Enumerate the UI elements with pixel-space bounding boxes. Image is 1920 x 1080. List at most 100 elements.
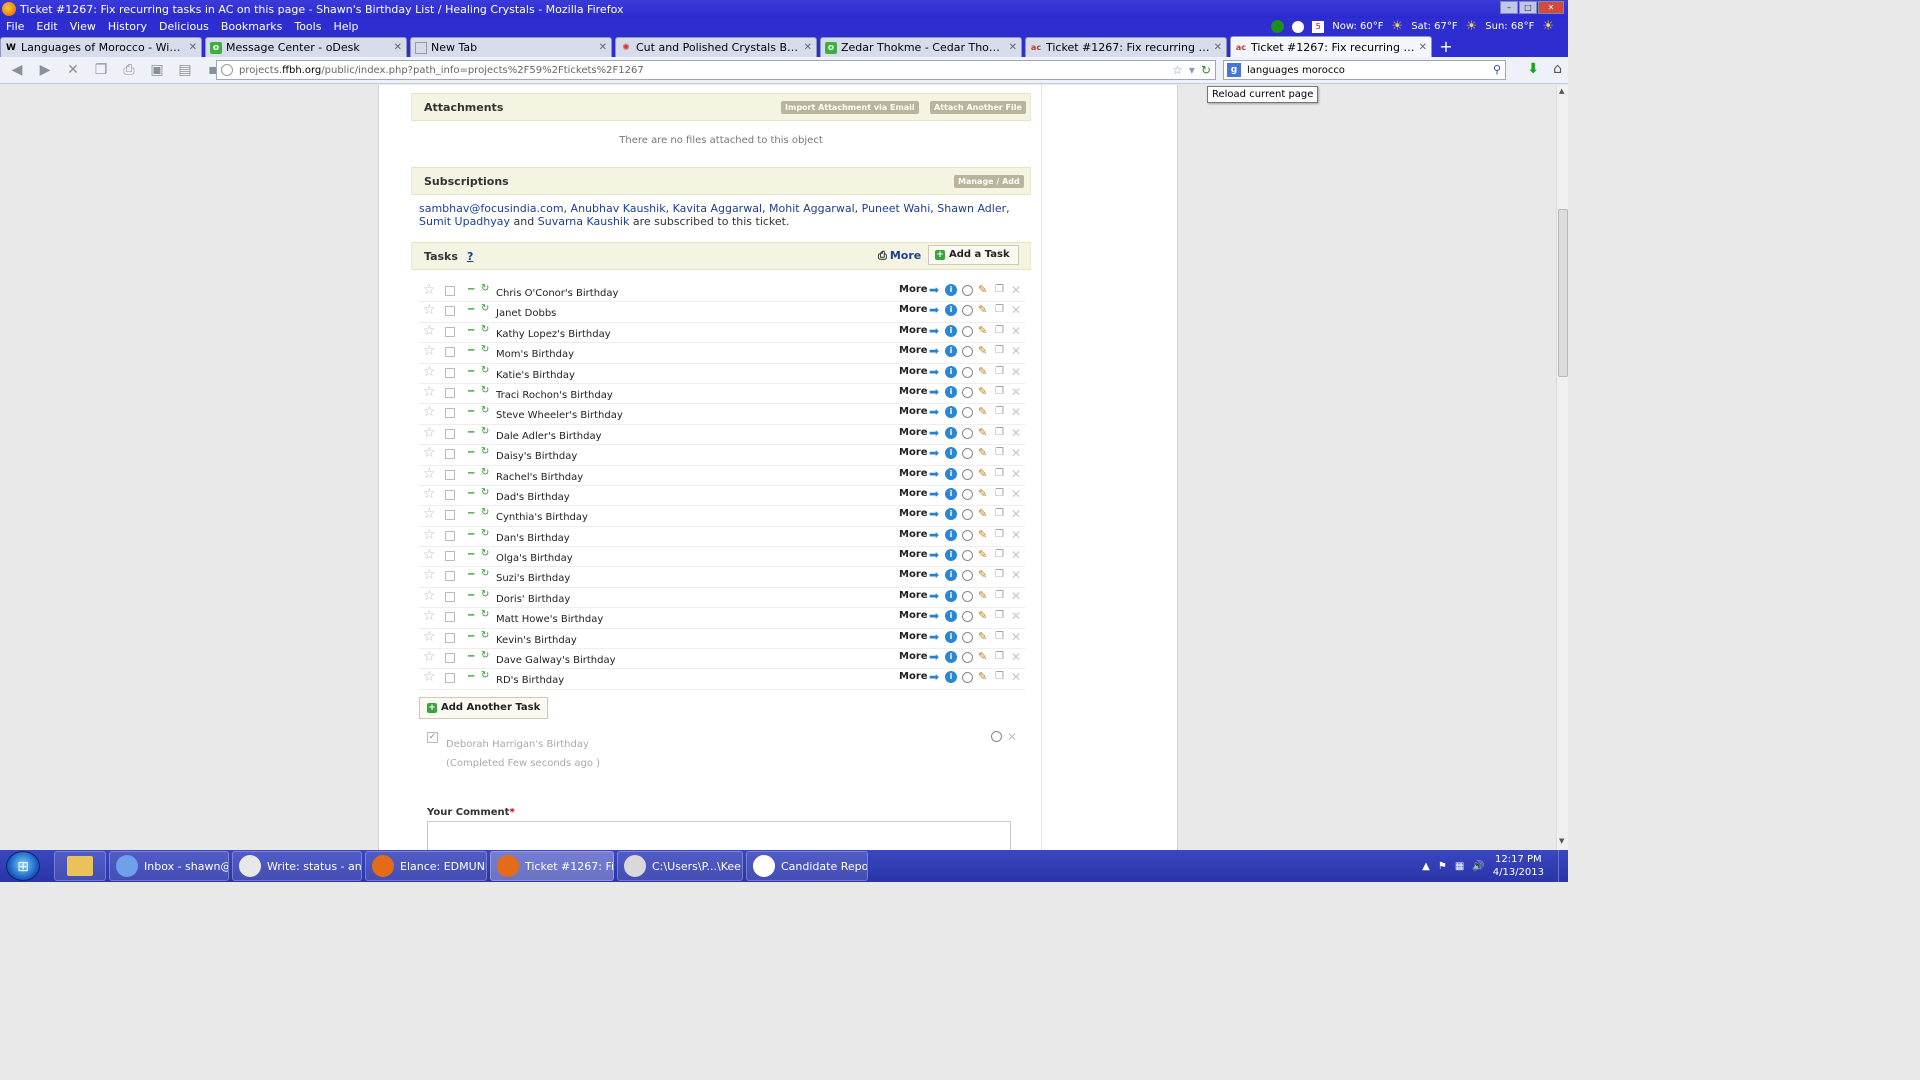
bookmark-star-icon[interactable]: ☆: [1172, 63, 1183, 77]
clock-icon[interactable]: [962, 590, 973, 602]
screenshot-icon[interactable]: ▣: [146, 60, 168, 80]
delete-icon[interactable]: ✕: [1011, 365, 1021, 379]
edit-icon[interactable]: ✎: [978, 283, 987, 296]
copy-icon[interactable]: ❐: [995, 529, 1004, 540]
edit-icon[interactable]: ✎: [978, 426, 987, 439]
task-name[interactable]: Dan's Birthday: [496, 533, 570, 544]
taskbar-item[interactable]: Candidate Report ...: [746, 851, 868, 881]
close-tab-icon[interactable]: ✕: [394, 42, 402, 53]
copy-icon[interactable]: ❐: [995, 549, 1004, 560]
go-arrow-icon[interactable]: ➡: [929, 447, 939, 459]
menu-tools[interactable]: Tools: [288, 20, 327, 33]
task-name[interactable]: Olga's Birthday: [496, 553, 573, 564]
add-another-task-button[interactable]: + Add Another Task: [419, 697, 549, 719]
subscriber-link[interactable]: Anubhav Kaushik: [571, 202, 666, 215]
menu-bookmarks[interactable]: Bookmarks: [215, 20, 288, 33]
task-checkbox[interactable]: [445, 612, 455, 623]
task-name[interactable]: Rachel's Birthday: [496, 472, 583, 483]
copy-icon[interactable]: ❐: [90, 60, 112, 80]
close-window-button[interactable]: ✕: [1538, 1, 1564, 14]
clock-icon[interactable]: [962, 550, 973, 562]
star-icon[interactable]: ☆: [423, 405, 436, 419]
task-name[interactable]: RD's Birthday: [496, 675, 564, 686]
info-icon[interactable]: i: [945, 549, 957, 562]
task-checkbox[interactable]: [445, 387, 455, 398]
task-name[interactable]: Kevin's Birthday: [496, 635, 577, 646]
copy-icon[interactable]: ❐: [995, 406, 1004, 417]
task-checkbox[interactable]: [445, 286, 455, 296]
delete-icon[interactable]: ✕: [1011, 405, 1021, 419]
tab-ticket-1267-active[interactable]: ac Ticket #1267: Fix recurring tasks in …: [1230, 36, 1432, 57]
scrollbar-thumb[interactable]: [1558, 209, 1568, 377]
close-tab-icon[interactable]: ✕: [1419, 42, 1427, 53]
close-tab-icon[interactable]: ✕: [599, 42, 607, 53]
task-checkbox[interactable]: [445, 408, 455, 419]
clock-icon[interactable]: [962, 285, 973, 296]
info-icon[interactable]: i: [945, 447, 957, 460]
task-more-button[interactable]: More: [899, 284, 928, 295]
calendar-icon[interactable]: 5: [1312, 20, 1325, 33]
star-icon[interactable]: ☆: [423, 609, 436, 623]
go-arrow-icon[interactable]: ➡: [929, 590, 939, 602]
clock-icon[interactable]: [962, 509, 973, 521]
task-name[interactable]: Chris O'Conor's Birthday: [496, 288, 618, 299]
edit-icon[interactable]: ✎: [978, 670, 987, 683]
subscriber-link[interactable]: Sumit Upadhyay: [419, 215, 510, 228]
tab-ticket-1267[interactable]: ac Ticket #1267: Fix recurring tasks in …: [1025, 37, 1227, 57]
clock-icon[interactable]: [962, 468, 973, 480]
info-icon[interactable]: i: [945, 487, 957, 500]
copy-icon[interactable]: ❐: [995, 345, 1004, 356]
task-name[interactable]: Kathy Lopez's Birthday: [496, 329, 611, 340]
explorer-button[interactable]: [54, 851, 106, 881]
taskbar-item[interactable]: Ticket #1267: Fix r...: [490, 851, 614, 881]
comment-textarea[interactable]: [427, 821, 1011, 850]
go-arrow-icon[interactable]: ➡: [929, 366, 939, 378]
go-arrow-icon[interactable]: ➡: [929, 488, 939, 500]
info-icon[interactable]: i: [945, 651, 957, 664]
site-identity-icon[interactable]: [221, 64, 233, 76]
volume-icon[interactable]: 🔊: [1472, 861, 1484, 872]
clock-icon[interactable]: [962, 346, 973, 358]
go-arrow-icon[interactable]: ➡: [929, 284, 939, 296]
task-more-button[interactable]: More: [899, 427, 928, 438]
clock-icon[interactable]: [962, 529, 973, 541]
clock-icon[interactable]: [962, 652, 973, 664]
task-checkbox[interactable]: [445, 673, 455, 684]
flag-icon[interactable]: ⚑: [1438, 861, 1447, 872]
delete-icon[interactable]: ✕: [1011, 568, 1021, 582]
copy-icon[interactable]: ❐: [995, 366, 1004, 377]
task-more-button[interactable]: More: [899, 488, 928, 499]
clock-icon[interactable]: [962, 427, 973, 439]
clock-icon[interactable]: [962, 611, 973, 623]
copy-icon[interactable]: ❐: [995, 386, 1004, 397]
home-icon[interactable]: ⌂: [1553, 61, 1562, 77]
task-more-button[interactable]: More: [899, 529, 928, 540]
task-name[interactable]: Dad's Birthday: [496, 492, 570, 503]
task-more-button[interactable]: More: [899, 631, 928, 642]
copy-icon[interactable]: ❐: [995, 651, 1004, 662]
edit-icon[interactable]: ✎: [978, 548, 987, 561]
go-arrow-icon[interactable]: ➡: [929, 569, 939, 581]
search-bar[interactable]: g languages morocco ⚲: [1223, 60, 1506, 80]
info-icon[interactable]: i: [945, 304, 957, 317]
edit-icon[interactable]: ✎: [978, 568, 987, 581]
info-icon[interactable]: i: [945, 508, 957, 521]
star-icon[interactable]: ☆: [423, 487, 436, 501]
delete-icon[interactable]: ✕: [1011, 630, 1021, 644]
close-tab-icon[interactable]: ✕: [804, 42, 812, 53]
clock-icon[interactable]: [962, 407, 973, 419]
task-more-button[interactable]: More: [899, 447, 928, 458]
status-icon[interactable]: [1271, 20, 1285, 33]
subscriber-link[interactable]: Shawn Adler: [937, 202, 1006, 215]
copy-icon[interactable]: ❐: [995, 468, 1004, 479]
scroll-down-icon[interactable]: ▼: [1559, 837, 1564, 845]
maximize-button[interactable]: □: [1519, 1, 1537, 14]
copy-icon[interactable]: ❐: [995, 488, 1004, 499]
star-icon[interactable]: ☆: [423, 324, 436, 338]
add-task-button[interactable]: + Add a Task: [928, 245, 1019, 265]
star-icon[interactable]: ☆: [423, 385, 436, 399]
star-icon[interactable]: ☆: [423, 589, 436, 603]
edit-icon[interactable]: ✎: [978, 365, 987, 378]
edit-icon[interactable]: ✎: [978, 446, 987, 459]
close-tab-icon[interactable]: ✕: [1009, 42, 1017, 53]
